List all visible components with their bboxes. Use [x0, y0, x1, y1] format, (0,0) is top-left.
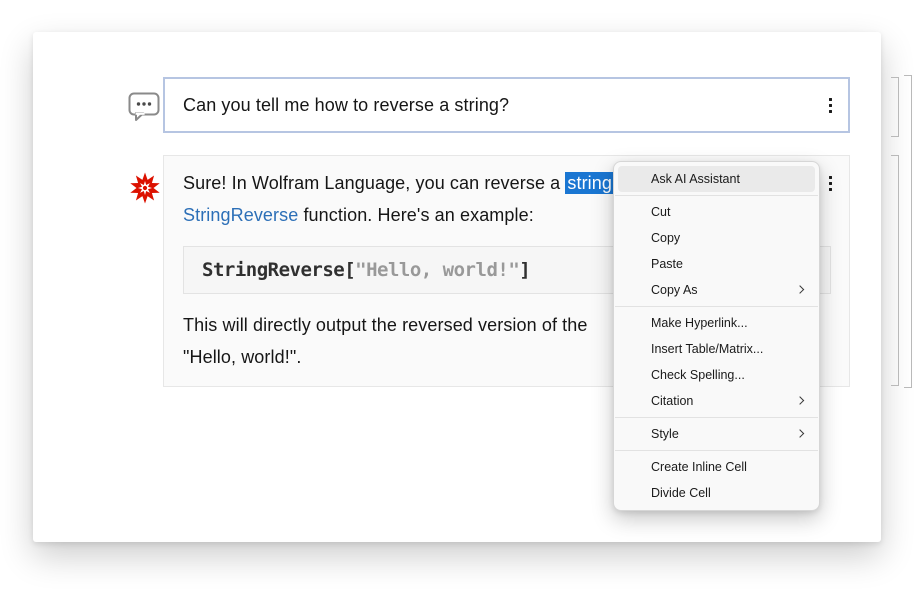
- stringreverse-doc-link[interactable]: StringReverse: [183, 205, 298, 225]
- paragraph-2-line-2: "Hello, world!".: [183, 347, 301, 367]
- menu-item-citation[interactable]: Citation: [618, 388, 815, 414]
- wolfram-spikey-icon: [129, 172, 161, 204]
- paragraph-1-text-end: function. Here's an example:: [298, 205, 533, 225]
- paragraph-1-text: Sure! In Wolfram Language, you can rever…: [183, 173, 565, 193]
- menu-separator: [615, 306, 818, 307]
- menu-item-copy-as[interactable]: Copy As: [618, 277, 815, 303]
- chat-cell-options-kebab-icon[interactable]: [822, 96, 838, 114]
- code-open-bracket: [: [344, 259, 355, 281]
- menu-item-divide-cell[interactable]: Divide Cell: [618, 480, 815, 506]
- menu-item-cut[interactable]: Cut: [618, 199, 815, 225]
- menu-separator: [615, 450, 818, 451]
- menu-item-make-hyperlink[interactable]: Make Hyperlink...: [618, 310, 815, 336]
- menu-item-style[interactable]: Style: [618, 421, 815, 447]
- menu-separator: [615, 417, 818, 418]
- submenu-chevron-icon: [796, 429, 804, 437]
- notebook-window: Can you tell me how to reverse a string?…: [0, 0, 924, 590]
- context-menu: Ask AI Assistant CutCopyPasteCopy As Make …: [613, 161, 820, 511]
- chat-input-text[interactable]: Can you tell me how to reverse a string?: [183, 95, 509, 116]
- chat-input-cell[interactable]: Can you tell me how to reverse a string?: [163, 77, 850, 133]
- submenu-chevron-icon: [796, 396, 804, 404]
- menu-item-insert-table-matrix[interactable]: Insert Table/Matrix...: [618, 336, 815, 362]
- assistant-paragraph-2: This will directly output the reversed v…: [183, 309, 587, 373]
- submenu-chevron-icon: [796, 285, 804, 293]
- paragraph-2-line-1: This will directly output the reversed v…: [183, 315, 587, 335]
- cell-bracket-assistant-response[interactable]: [891, 155, 899, 386]
- code-line: StringReverse["Hello, world!"]: [202, 259, 530, 281]
- menu-item-ask-ai-assistant[interactable]: Ask AI Assistant: [618, 166, 815, 192]
- menu-separator: [615, 195, 818, 196]
- cell-bracket-chat-input[interactable]: [891, 77, 899, 137]
- code-function-name: StringReverse: [202, 259, 344, 281]
- chat-bubble-icon: [128, 92, 160, 122]
- menu-item-check-spelling[interactable]: Check Spelling...: [618, 362, 815, 388]
- cell-group-bracket[interactable]: [904, 75, 912, 388]
- menu-item-copy[interactable]: Copy: [618, 225, 815, 251]
- selected-word[interactable]: string: [565, 172, 614, 194]
- assistant-cell-options-kebab-icon[interactable]: [822, 174, 838, 192]
- code-string-literal: "Hello, world!": [355, 259, 519, 281]
- menu-item-paste[interactable]: Paste: [618, 251, 815, 277]
- menu-item-create-inline-cell[interactable]: Create Inline Cell: [618, 454, 815, 480]
- code-close-bracket: ]: [519, 259, 530, 281]
